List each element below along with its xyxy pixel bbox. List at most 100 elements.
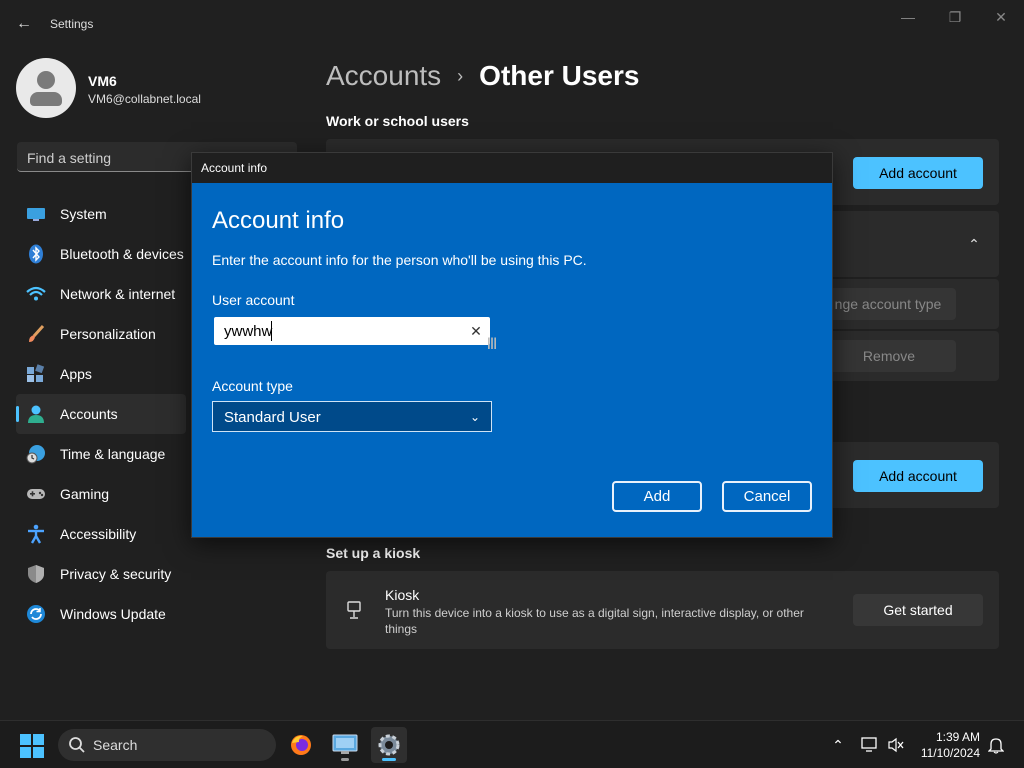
monitor-icon [26,204,46,224]
app-title: Settings [50,17,94,31]
sidebar-item-label: Accessibility [60,526,137,542]
sidebar-item-label: Personalization [60,326,156,342]
clock-date[interactable]: 11/10/2024 [912,746,980,760]
sidebar-item-label: Time & language [60,446,166,462]
avatar-head [37,71,55,89]
network-icon[interactable] [860,735,880,755]
add-work-account-button[interactable]: Add account [853,157,983,189]
dialog-title-bar[interactable]: Account info [192,153,832,183]
kiosk-section-title: Set up a kiosk [326,545,421,561]
taskbar-search-label: Search [93,737,138,753]
sidebar-item-label: System [60,206,107,222]
cancel-button[interactable]: Cancel [722,481,812,512]
title-bar: ← Settings — ❐ ✕ [0,0,1024,48]
close-icon: ✕ [995,8,1007,25]
active-indicator [382,758,396,761]
sidebar-item-network[interactable]: Network & internet [16,274,186,314]
clock-globe-icon [26,444,46,464]
volume-muted-icon[interactable] [886,735,906,755]
back-button[interactable]: ← [10,12,38,36]
bluetooth-icon [26,244,46,264]
sidebar-item-gaming[interactable]: Gaming [16,474,186,514]
close-button[interactable]: ✕ [983,8,1019,26]
avatar [16,58,76,118]
sidebar-item-personalization[interactable]: Personalization [16,314,186,354]
sidebar-item-accounts[interactable]: Accounts [16,394,186,434]
chevron-up-icon[interactable]: ⌃ [964,236,984,252]
clear-input-icon[interactable]: ✕ [468,321,484,341]
change-account-type-button[interactable]: nge account type [820,288,956,320]
update-icon [26,604,46,624]
bell-icon[interactable] [986,735,1006,755]
kiosk-title: Kiosk [385,587,420,603]
shield-icon [26,564,46,584]
user-account-input[interactable]: ywwhw ✕ [214,317,490,345]
restore-icon: ❐ [948,8,962,25]
sidebar-item-time-language[interactable]: Time & language [16,434,186,474]
sidebar-item-accessibility[interactable]: Accessibility [16,514,186,554]
page-title: Other Users [479,60,640,91]
windows-logo-icon [20,734,31,745]
sidebar-item-system[interactable]: System [16,194,186,234]
sidebar-item-label: Apps [60,366,92,382]
restore-button[interactable]: ❐ [937,8,973,26]
chevron-up-icon[interactable]: ⌃ [828,735,848,755]
sidebar-nav: System Bluetooth & devices Network & int… [16,194,186,634]
arrow-left-icon: ← [16,15,32,32]
apps-icon [26,364,46,384]
sidebar-item-privacy[interactable]: Privacy & security [16,554,186,594]
remove-button[interactable]: Remove [822,340,956,372]
sidebar-item-windows-update[interactable]: Windows Update [16,594,186,634]
user-email: VM6@collabnet.local [88,92,201,106]
sidebar-item-label: Bluetooth & devices [60,246,184,262]
clock-time[interactable]: 1:39 AM [930,730,980,744]
settings-gear-icon [378,734,400,756]
account-type-value: Standard User [224,409,321,426]
running-indicator [341,758,349,761]
user-name: VM6 [88,73,117,89]
breadcrumb: Accounts › Other Users [326,58,639,94]
sidebar-item-bluetooth[interactable]: Bluetooth & devices [16,234,186,274]
dialog-description: Enter the account info for the person wh… [212,252,587,268]
add-button[interactable]: Add [612,481,702,512]
user-account-label: User account [212,292,295,308]
add-other-user-button[interactable]: Add account [853,460,983,492]
accessibility-icon [26,524,46,544]
minimize-button[interactable]: — [890,8,926,26]
user-account-value: ywwhw [224,323,273,340]
firefox-icon [291,735,311,755]
remote-desktop-icon [332,734,358,754]
account-type-label: Account type [212,378,293,394]
chevron-down-icon: ⌄ [469,410,481,424]
minimize-icon: — [901,9,915,25]
sidebar-item-label: Gaming [60,486,110,502]
chevron-right-icon: › [457,65,464,86]
taskbar-firefox[interactable] [283,727,319,763]
sidebar-item-label: Network & internet [60,286,176,302]
gamepad-icon [26,484,46,504]
find-setting-placeholder: Find a setting [27,150,112,166]
taskbar-settings[interactable] [371,727,407,763]
wifi-icon [26,284,46,304]
dialog-heading: Account info [212,207,345,234]
taskbar-search[interactable]: Search [58,729,276,761]
kiosk-icon [344,600,364,620]
person-icon [26,404,46,424]
account-type-select[interactable]: Standard User ⌄ [212,401,492,432]
get-started-button[interactable]: Get started [853,594,983,626]
work-school-section-title: Work or school users [326,113,469,129]
avatar-body [30,92,62,106]
kiosk-description: Turn this device into a kiosk to use as … [385,606,804,636]
start-button[interactable] [20,734,44,758]
text-cursor-icon: Ⅲ [486,336,498,353]
taskbar-remote-desktop[interactable] [327,727,363,763]
dialog-window-title: Account info [201,161,268,175]
taskbar: Search ⌃ 1:39 AM 11/10/2024 [0,720,1024,768]
text-caret [271,321,272,341]
breadcrumb-accounts[interactable]: Accounts [326,60,441,92]
sidebar-item-label: Windows Update [60,606,166,622]
sidebar-item-apps[interactable]: Apps [16,354,186,394]
account-info-dialog: Account info Account info Enter the acco… [191,152,833,538]
sidebar-item-label: Accounts [60,406,118,422]
search-icon [68,736,86,754]
